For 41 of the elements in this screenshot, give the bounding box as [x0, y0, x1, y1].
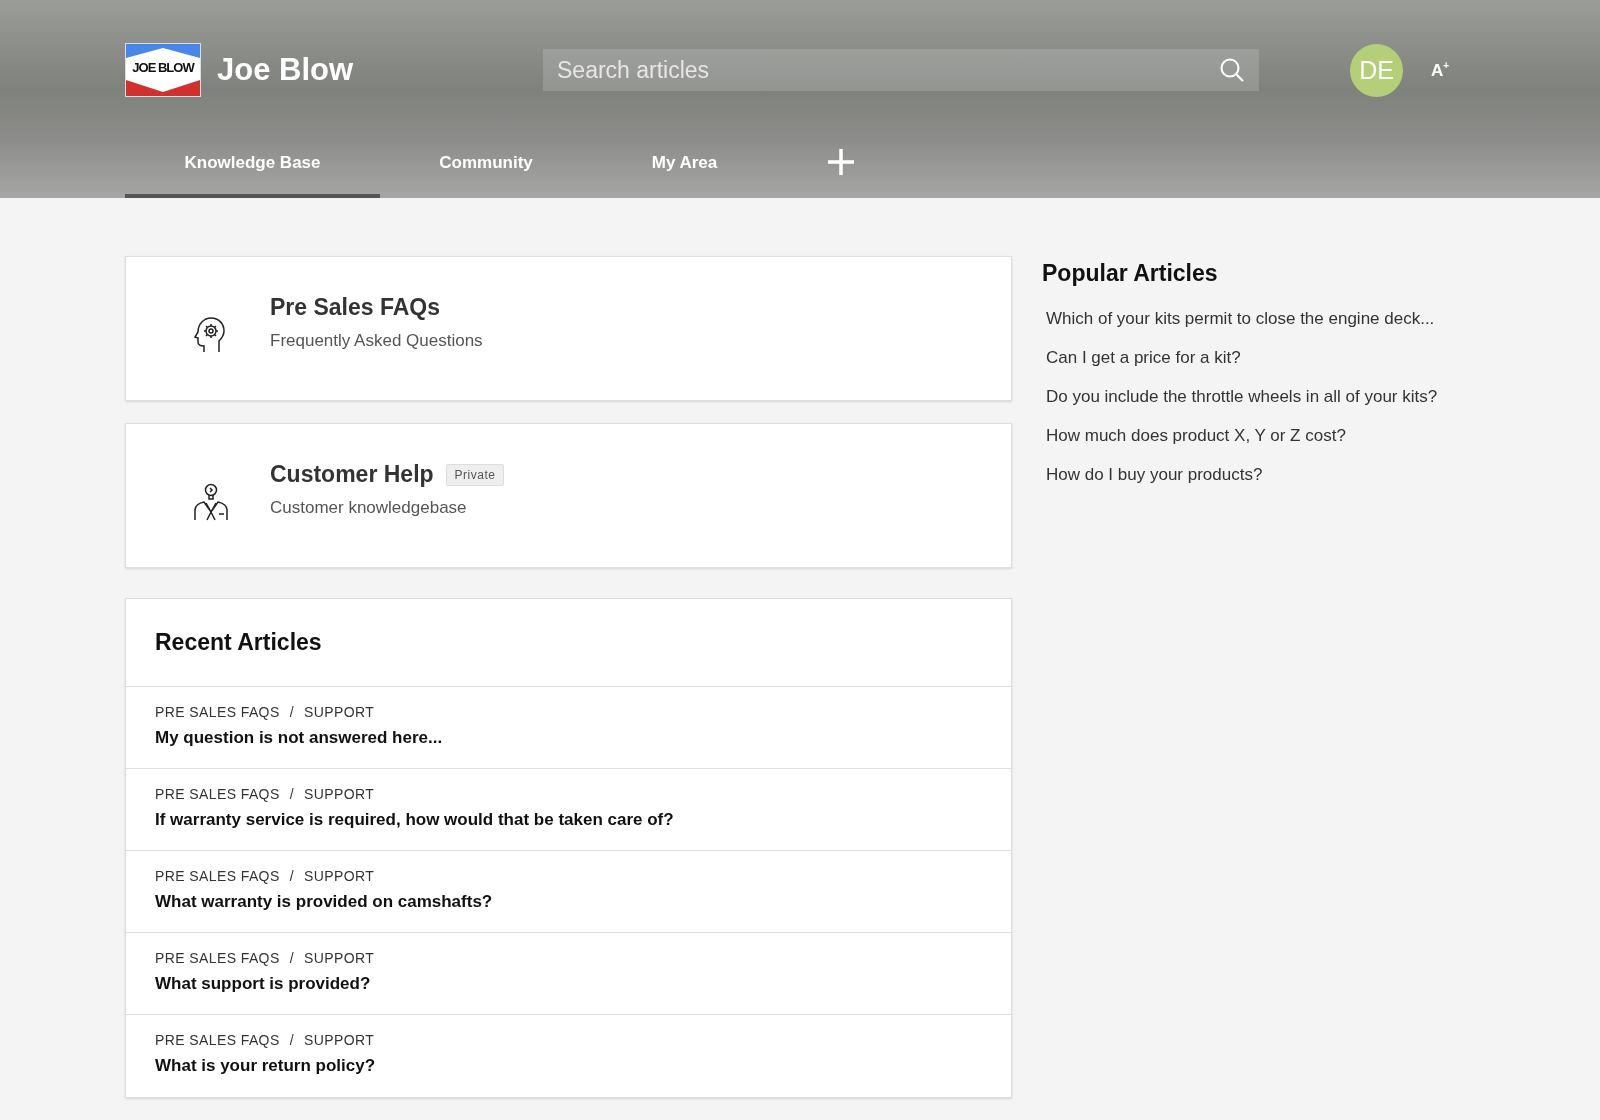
category-subtitle: Customer knowledgebase [270, 498, 468, 518]
article-link[interactable]: If warranty service is required, how would that be taken care of? [155, 810, 982, 830]
breadcrumb-separator: / [289, 1032, 294, 1048]
breadcrumb-link[interactable]: PRE SALES FAQS [155, 868, 280, 884]
font-size-button[interactable]: A$^{+}$ [1429, 57, 1452, 83]
article-link[interactable]: My question is not answered here... [155, 728, 982, 748]
article-link[interactable]: How much does product X, Y or Z cost? [1046, 424, 1502, 447]
category-card[interactable]: Pre Sales FAQs Frequently Asked Questions [125, 256, 1012, 401]
article-link[interactable]: Can I get a price for a kit? [1046, 346, 1502, 369]
brand-logo[interactable]: JOE BLOW [125, 43, 201, 97]
breadcrumb-link[interactable]: PRE SALES FAQS [155, 704, 280, 720]
article-link[interactable]: What warranty is provided on camshafts? [155, 892, 982, 912]
section-heading: Popular Articles [1042, 259, 1219, 287]
breadcrumb-separator: / [289, 950, 294, 966]
breadcrumb-link[interactable]: PRE SALES FAQS [155, 786, 280, 802]
breadcrumb-link[interactable]: SUPPORT [303, 868, 375, 884]
breadcrumb-link[interactable]: SUPPORT [303, 786, 375, 802]
article-link[interactable]: What is your return policy? [155, 1056, 982, 1076]
breadcrumb-separator: / [289, 786, 294, 802]
breadcrumb-link[interactable]: SUPPORT [303, 950, 375, 966]
breadcrumb-separator: / [289, 868, 294, 884]
private-badge: Private [445, 463, 505, 486]
section-heading: Recent Articles [126, 599, 1011, 687]
brand-name: Joe Blow [217, 52, 355, 88]
breadcrumb-separator: / [289, 704, 294, 720]
category-title[interactable]: Pre Sales FAQs [270, 294, 441, 321]
category-card[interactable]: Customer Help Private Customer knowledgebase [125, 423, 1012, 568]
breadcrumb-link[interactable]: SUPPORT [303, 1032, 375, 1048]
search-icon[interactable] [1219, 57, 1245, 83]
article-link[interactable]: Which of your kits permit to close the engine deck... [1046, 307, 1502, 330]
breadcrumb-link[interactable]: SUPPORT [303, 704, 375, 720]
article-link[interactable]: Do you include the throttle wheels in all of your kits? [1046, 385, 1502, 408]
breadcrumb-link[interactable]: PRE SALES FAQS [155, 1032, 280, 1048]
plus-icon[interactable] [827, 148, 855, 176]
article-link[interactable]: What support is provided? [155, 974, 982, 994]
article-link[interactable]: How do I buy your products? [1046, 463, 1502, 486]
category-title[interactable]: Customer Help [270, 461, 434, 488]
category-subtitle: Frequently Asked Questions [270, 331, 483, 351]
person-bulb-icon [194, 482, 228, 521]
breadcrumb-link[interactable]: PRE SALES FAQS [155, 950, 280, 966]
head-gear-icon [194, 316, 226, 353]
